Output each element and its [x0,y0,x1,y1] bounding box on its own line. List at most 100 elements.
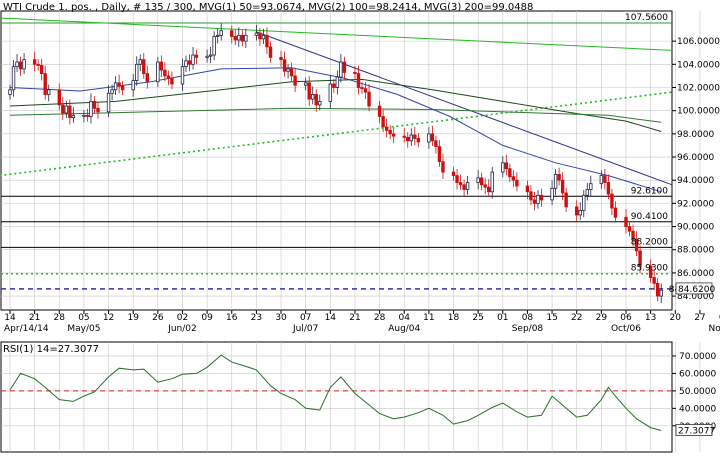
rsi-plot-area [0,341,673,453]
date-tick-label-17: 11 [423,313,434,323]
candle-body-53 [265,34,269,48]
price-ytick-label-4: 92.0000 [677,199,714,209]
candle-body-20 [106,92,111,113]
candle-body-33 [166,75,171,79]
price-y-axis: 84.000086.000088.000090.000092.000094.00… [672,37,720,302]
candle-body-32 [163,69,167,77]
candle-body-99 [490,171,494,193]
price-ytick-label-6: 96.0000 [677,153,714,163]
rsi-last-label: 27.3077 [678,427,715,437]
candle-body-98 [487,186,491,193]
level-label-2: 90.4100 [631,212,668,222]
date-tick-label-5: 19 [127,313,139,323]
date-tick-label-10: 23 [251,313,262,323]
candle-body-76 [381,116,385,128]
candle-body-40 [205,55,209,58]
candle-body-92 [458,182,463,186]
candle-body-123 [610,193,614,209]
candle-body-73 [363,88,368,93]
candle-body-38 [191,54,195,65]
candle-body-109 [539,194,544,201]
candle-body-4 [22,59,26,70]
rsi-panel: 30.000040.000050.000060.000070.000027.30… [0,341,716,453]
candle-body-56 [282,59,287,72]
candle-body-1 [11,66,16,91]
date-tick-label-7: 02 [177,313,188,323]
candle-body-100 [501,162,505,173]
level-label-1: 92.6100 [631,186,668,196]
rsi-ytick-label-2: 50.0000 [679,387,716,397]
date-tick-label-6: 26 [152,313,164,323]
candle-body-59 [293,75,297,86]
candle-body-113 [560,179,565,194]
candle-body-120 [599,175,604,185]
price-ytick-label-3: 90.0000 [677,223,714,233]
date-tick-label-15: 28 [374,313,386,323]
price-ytick-label-1: 86.0000 [677,269,714,279]
candle-body-125 [624,216,628,227]
candle-body-119 [589,183,593,190]
candle-body-19 [96,107,100,113]
candle-body-101 [504,162,509,170]
date-tick-label-1: 21 [29,313,40,323]
candle-body-117 [582,194,586,211]
price-ytick-label-2: 88.0000 [677,246,714,256]
date-tick-label-28: 27 [694,313,705,323]
candle-body-96 [479,177,484,186]
candle-body-82 [409,134,413,142]
candle-body-110 [550,187,554,201]
candle-body-17 [89,100,93,117]
candle-body-51 [258,32,262,40]
date-tick-label-19: 25 [472,313,483,323]
candle-body-90 [451,171,456,176]
candle-body-54 [268,46,273,58]
date-x-axis: 14 21 28 05 12 19 26 02 09 16 23 30 07 14 21 28 04 11 18 25… [4,310,720,334]
candle-body-70 [353,72,357,74]
candle-body-8 [43,73,47,95]
candle-body-97 [483,184,487,188]
candle-body-6 [36,63,40,66]
date-tick-label-13: 14 [325,313,337,323]
price-ytick-label-11: 106.0000 [677,37,720,47]
price-ytick-label-5: 94.0000 [677,176,714,186]
candle-body-108 [536,194,540,204]
candle-body-60 [303,82,308,86]
level-label-0: 107.5600 [625,13,668,23]
candle-body-46 [233,36,237,41]
date-tick-label-8: 09 [201,313,213,323]
month-label-0: Apr/14/14 [4,324,49,334]
candle-body-93 [462,184,466,190]
month-label-6: Oct/06 [611,324,641,334]
candle-body-66 [332,83,336,88]
rsi-ytick-label-3: 60.0000 [679,369,716,379]
candle-body-36 [184,60,188,68]
candle-body-112 [557,174,561,181]
candle-body-7 [39,65,44,74]
candle-body-88 [437,146,442,163]
date-tick-label-18: 18 [448,313,460,323]
candle-body-31 [159,61,164,71]
candle-body-42 [212,36,216,56]
candle-body-72 [360,87,364,90]
candle-body-74 [367,91,371,107]
last-price-label: 84.6200 [678,285,715,295]
candle-body-105 [525,185,530,193]
candle-body-57 [286,68,290,72]
date-tick-label-25: 06 [620,313,632,323]
price-plot-area [0,10,673,311]
candle-body-11 [61,104,65,114]
candle-body-27 [138,59,142,65]
candle-body-132 [655,282,660,297]
date-tick-label-11: 30 [275,313,287,323]
candle-body-79 [391,133,396,137]
candle-body-87 [434,140,438,147]
candle-body-116 [578,209,582,216]
candle-body-69 [342,61,347,73]
candle-body-124 [613,207,618,218]
rsi-title: RSI(1) 14=27.3077 [3,344,99,355]
month-label-7: Nov/03 [709,324,720,334]
candle-body-62 [311,94,315,100]
candle-body-103 [511,176,516,181]
date-tick-label-0: 14 [4,313,16,323]
candle-body-106 [529,191,533,201]
